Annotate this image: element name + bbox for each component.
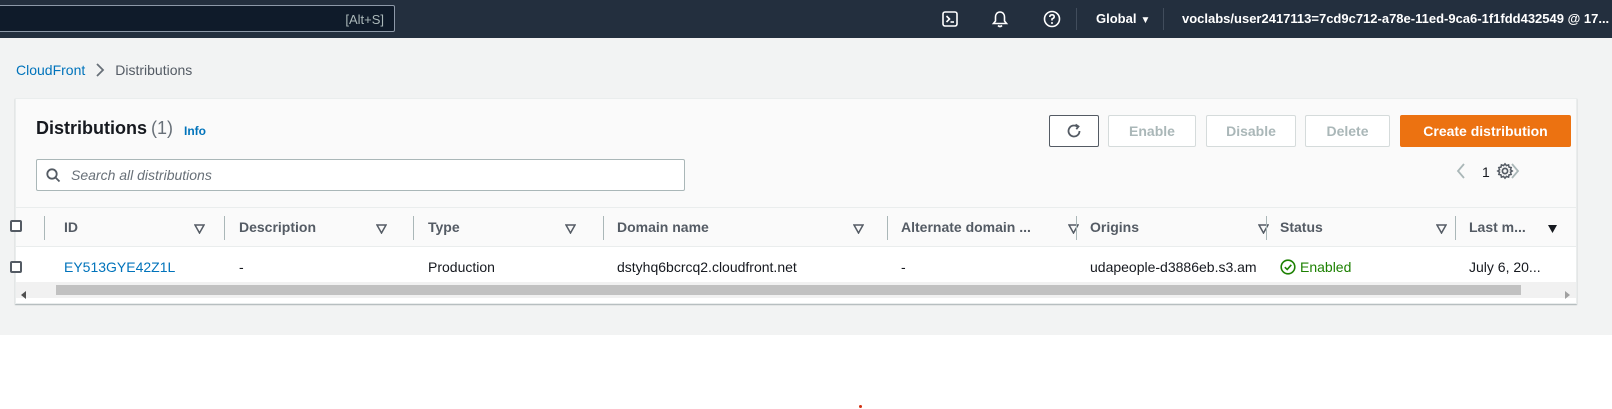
column-header-id-label: ID (64, 219, 78, 235)
breadcrumb: CloudFront Distributions (16, 62, 192, 78)
sort-icon (375, 221, 388, 237)
sort-icon (1257, 221, 1270, 237)
column-divider (224, 216, 225, 240)
panel-title-text: Distributions (36, 118, 147, 138)
column-header-alternate-label: Alternate domain ... (901, 219, 1031, 235)
row-select-checkbox[interactable] (10, 261, 22, 273)
refresh-button[interactable] (1049, 115, 1099, 147)
sort-icon (564, 221, 577, 237)
column-header-status[interactable]: Status (1280, 208, 1448, 246)
column-header-origins-label: Origins (1090, 219, 1140, 235)
global-search-input[interactable]: [Alt+S] (0, 5, 395, 32)
column-divider (1455, 216, 1456, 240)
caret-down-icon: ▼ (1140, 15, 1151, 26)
breadcrumb-cloudfront-link[interactable]: CloudFront (16, 62, 85, 78)
sort-icon (193, 221, 206, 237)
cell-type: Production (428, 259, 495, 275)
column-header-last-modified-label: Last m... (1469, 219, 1526, 235)
cloudshell-icon[interactable] (940, 9, 960, 29)
cursor-dot (859, 405, 862, 408)
column-header-status-label: Status (1280, 219, 1323, 235)
cell-origins: udapeople-d3886eb.s3.am (1090, 259, 1257, 275)
select-all-checkbox[interactable] (10, 220, 22, 232)
sort-icon (1435, 221, 1448, 237)
column-header-type[interactable]: Type (428, 208, 588, 246)
delete-button[interactable]: Delete (1305, 115, 1390, 147)
distribution-id-link[interactable]: EY513GYE42Z1L (64, 247, 175, 287)
column-divider (1266, 216, 1267, 240)
previous-page-icon[interactable] (1456, 163, 1466, 184)
column-header-description-label: Description (239, 219, 317, 235)
column-divider (44, 216, 45, 240)
create-distribution-button[interactable]: Create distribution (1400, 115, 1571, 147)
sort-icon (852, 221, 865, 237)
current-page-number[interactable]: 1 (1482, 164, 1490, 180)
status-badge: Enabled (1300, 259, 1352, 275)
column-header-origins[interactable]: Origins (1090, 208, 1270, 246)
horizontal-scrollbar[interactable] (16, 282, 1576, 299)
cell-description: - (239, 259, 244, 275)
enable-button[interactable]: Enable (1108, 115, 1196, 147)
column-header-description[interactable]: Description (239, 208, 399, 246)
distributions-panel: Distributions (1) Info Enable Disable Del… (10, 98, 1577, 304)
sort-descending-icon (1547, 221, 1558, 237)
nav-divider (1163, 8, 1164, 30)
account-menu[interactable]: voclabs/user2417113=7cd9c712-a78e-11ed-9… (1182, 11, 1609, 26)
column-divider (1076, 216, 1077, 240)
scroll-right-icon[interactable] (1564, 286, 1570, 304)
region-selector[interactable]: Global ▼ (1096, 11, 1150, 26)
search-distributions-input[interactable] (69, 160, 669, 190)
search-icon (46, 168, 61, 188)
scroll-left-icon[interactable] (21, 286, 27, 304)
cell-status: Enabled (1280, 247, 1351, 287)
account-label: voclabs/user2417113=7cd9c712-a78e-11ed-9… (1182, 11, 1610, 26)
notifications-icon[interactable] (990, 9, 1010, 29)
search-shortcut-hint: [Alt+S] (345, 12, 384, 27)
table-row[interactable]: EY513GYE42Z1L - Production dstyhq6bcrcq2… (10, 247, 1576, 287)
cell-last-modified: July 6, 20... (1469, 259, 1541, 275)
column-header-last-modified[interactable]: Last m... (1469, 208, 1564, 246)
scrollbar-thumb[interactable] (56, 285, 1521, 295)
check-circle-icon (1280, 259, 1296, 275)
help-icon[interactable] (1042, 9, 1062, 29)
column-header-alternate-domain[interactable]: Alternate domain ... (901, 208, 1080, 246)
disable-button[interactable]: Disable (1206, 115, 1296, 147)
table-header-row: ID Description Type Domain name Alternat… (10, 207, 1576, 247)
sort-icon (1067, 221, 1080, 237)
distribution-count: (1) (151, 118, 173, 138)
column-header-domain-name[interactable]: Domain name (617, 208, 867, 246)
column-header-domain-label: Domain name (617, 219, 709, 235)
refresh-icon (1067, 123, 1081, 138)
cell-domain-name: dstyhq6bcrcq2.cloudfront.net (617, 259, 797, 275)
page-title: Distributions (1) (36, 118, 173, 139)
column-divider (603, 216, 604, 240)
top-nav-bar: [Alt+S] Global ▼ voclabs/user2417113=7cd9… (0, 0, 1612, 38)
search-distributions-field[interactable] (36, 159, 685, 191)
column-divider (887, 216, 888, 240)
breadcrumb-current: Distributions (115, 62, 193, 78)
cell-alternate-domain: - (901, 259, 906, 275)
gear-icon[interactable] (1496, 162, 1514, 185)
column-divider (413, 216, 414, 240)
column-header-type-label: Type (428, 219, 460, 235)
region-label: Global (1096, 11, 1137, 26)
info-link[interactable]: Info (184, 124, 206, 138)
nav-divider (1076, 8, 1077, 30)
chevron-right-icon (95, 63, 105, 77)
column-header-id[interactable]: ID (64, 208, 214, 246)
